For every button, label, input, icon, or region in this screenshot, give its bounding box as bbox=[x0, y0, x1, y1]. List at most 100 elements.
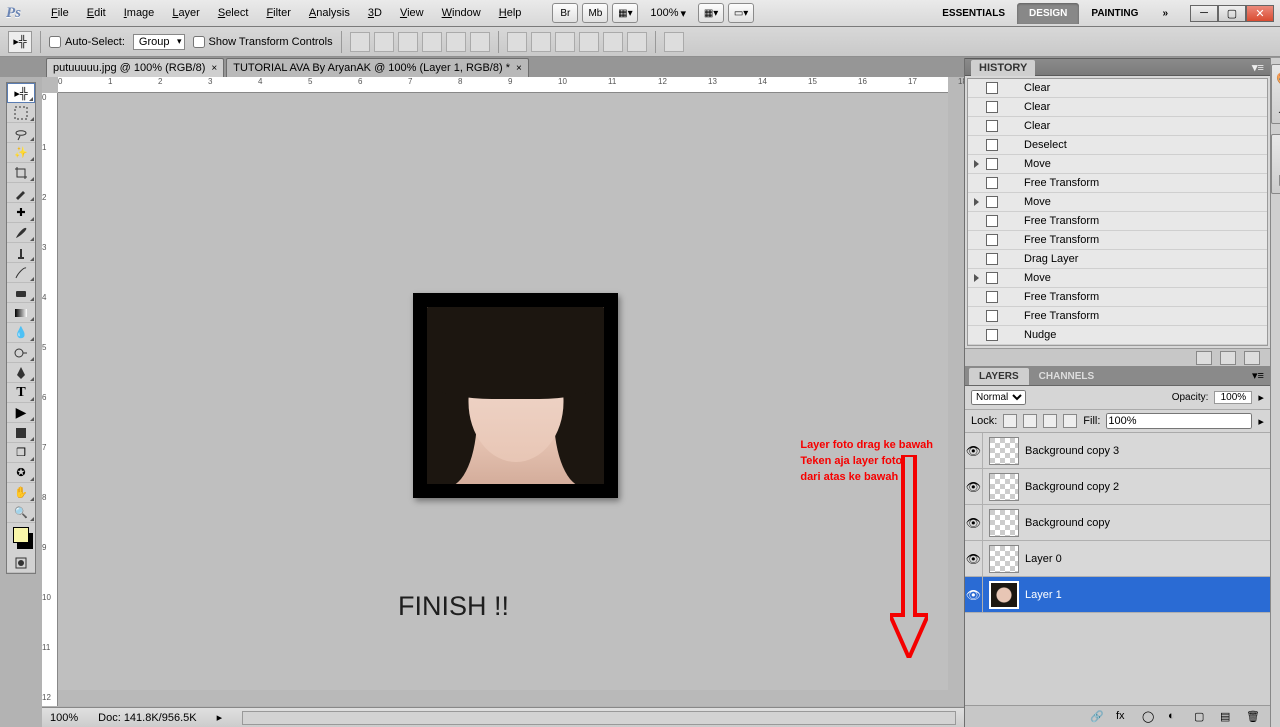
type-tool-icon[interactable]: T bbox=[7, 383, 35, 403]
eraser-tool-icon[interactable] bbox=[7, 283, 35, 303]
status-doc-size[interactable]: Doc: 141.8K/956.5K bbox=[98, 712, 196, 724]
menu-analysis[interactable]: Analysis bbox=[300, 0, 359, 27]
eyedropper-tool-icon[interactable] bbox=[7, 183, 35, 203]
masks-icon[interactable]: ▣ bbox=[1275, 170, 1280, 188]
status-flyout-icon[interactable]: ▸ bbox=[217, 711, 223, 724]
history-item[interactable]: Clear bbox=[968, 117, 1267, 136]
history-list[interactable]: ClearClearClearDeselectMoveFree Transfor… bbox=[967, 78, 1268, 346]
active-tool-icon[interactable]: ▸╬ bbox=[8, 31, 32, 53]
opacity-flyout-icon[interactable]: ▸ bbox=[1258, 391, 1264, 404]
visibility-icon[interactable]: 👁 bbox=[965, 505, 983, 541]
auto-align-button[interactable] bbox=[664, 32, 684, 52]
menu-layer[interactable]: Layer bbox=[163, 0, 209, 27]
history-panel-header[interactable]: HISTORY▾≡ bbox=[965, 58, 1270, 76]
layer-name[interactable]: Background copy 2 bbox=[1025, 481, 1119, 493]
heal-tool-icon[interactable]: ✚ bbox=[7, 203, 35, 223]
new-layer-icon[interactable]: ▤ bbox=[1220, 710, 1236, 724]
menu-image[interactable]: Image bbox=[115, 0, 164, 27]
menu-edit[interactable]: Edit bbox=[78, 0, 115, 27]
auto-select-checkbox[interactable]: Auto-Select: bbox=[49, 36, 125, 48]
lasso-tool-icon[interactable] bbox=[7, 123, 35, 143]
history-item[interactable]: Free Transform bbox=[968, 288, 1267, 307]
history-item[interactable]: Free Transform bbox=[968, 231, 1267, 250]
layer-row[interactable]: 👁Layer 1 bbox=[965, 577, 1270, 613]
layer-list[interactable]: 👁Background copy 3👁Background copy 2👁Bac… bbox=[965, 433, 1270, 705]
window-restore-icon[interactable]: ▢ bbox=[1218, 5, 1246, 22]
document-canvas[interactable]: FINISH !! Layer foto drag ke bawahTeken … bbox=[58, 93, 948, 690]
history-item[interactable]: Move bbox=[968, 269, 1267, 288]
history-item[interactable]: Clear bbox=[968, 98, 1267, 117]
snapshot-icon[interactable] bbox=[1196, 351, 1212, 365]
bridge-icon[interactable]: Br bbox=[552, 3, 578, 23]
gradient-tool-icon[interactable] bbox=[7, 303, 35, 323]
layer-row[interactable]: 👁 Background copy 3 bbox=[965, 433, 1270, 469]
color-icon[interactable]: 🎨 bbox=[1275, 70, 1280, 88]
align-buttons[interactable] bbox=[350, 32, 490, 52]
auto-select-target[interactable]: Group bbox=[133, 34, 185, 50]
path-select-icon[interactable]: ▶ bbox=[7, 403, 35, 423]
fill-input[interactable] bbox=[1106, 413, 1252, 429]
screen-mode2-icon[interactable]: ▭▾ bbox=[728, 3, 754, 23]
window-close-icon[interactable]: ✕ bbox=[1246, 5, 1274, 22]
layer-thumbnail[interactable] bbox=[989, 581, 1019, 609]
visibility-icon[interactable]: 👁 bbox=[965, 433, 983, 469]
layer-thumbnail[interactable] bbox=[989, 473, 1019, 501]
adjustment-icon[interactable]: ◐ bbox=[1168, 710, 1184, 724]
mask-icon[interactable]: ◯ bbox=[1142, 710, 1158, 724]
minibridge-icon[interactable]: Mb bbox=[582, 3, 608, 23]
3d-camera-icon[interactable]: ✪ bbox=[7, 463, 35, 483]
adjustments-icon[interactable]: ◐ bbox=[1275, 140, 1280, 158]
lock-all-icon[interactable] bbox=[1063, 414, 1077, 428]
fx-icon[interactable]: fx bbox=[1116, 710, 1132, 724]
lock-image-icon[interactable] bbox=[1023, 414, 1037, 428]
history-item[interactable]: Nudge bbox=[968, 326, 1267, 345]
foreground-color[interactable] bbox=[13, 527, 29, 543]
history-item[interactable]: Drag Layer bbox=[968, 250, 1267, 269]
menu-file[interactable]: File bbox=[42, 0, 78, 27]
status-zoom[interactable]: 100% bbox=[50, 712, 78, 724]
move-tool-icon[interactable]: ▸╬ bbox=[7, 83, 35, 103]
blend-mode-select[interactable]: Normal bbox=[971, 390, 1026, 405]
arrange-docs-icon[interactable]: ▦▾ bbox=[698, 3, 724, 23]
layer-thumbnail[interactable] bbox=[989, 437, 1019, 465]
doc-tab-1[interactable]: putuuuuu.jpg @ 100% (RGB/8)× bbox=[46, 58, 224, 77]
horizontal-scrollbar[interactable] bbox=[242, 711, 956, 725]
menu-help[interactable]: Help bbox=[490, 0, 531, 27]
zoom-tool-icon[interactable]: 🔍 bbox=[7, 503, 35, 523]
lock-position-icon[interactable] bbox=[1043, 414, 1057, 428]
history-item[interactable]: Move bbox=[968, 193, 1267, 212]
zoom-dropdown-icon[interactable]: ▾ bbox=[681, 7, 687, 20]
blur-tool-icon[interactable]: 💧 bbox=[7, 323, 35, 343]
opacity-input[interactable] bbox=[1214, 391, 1252, 404]
history-item[interactable]: Deselect bbox=[968, 136, 1267, 155]
dodge-tool-icon[interactable] bbox=[7, 343, 35, 363]
history-item[interactable]: Layer Order bbox=[968, 345, 1267, 346]
menu-select[interactable]: Select bbox=[209, 0, 258, 27]
workspace-design[interactable]: DESIGN bbox=[1017, 3, 1079, 24]
layer-name[interactable]: Background copy bbox=[1025, 517, 1110, 529]
channels-tab[interactable]: CHANNELS bbox=[1029, 368, 1105, 385]
distribute-buttons[interactable] bbox=[507, 32, 647, 52]
doc-tab-2[interactable]: TUTORIAL AVA By AryanAK @ 100% (Layer 1,… bbox=[226, 58, 529, 77]
close-icon[interactable]: × bbox=[211, 63, 217, 74]
screen-mode-icon[interactable]: ▦▾ bbox=[612, 3, 638, 23]
quickmask-icon[interactable] bbox=[7, 553, 35, 573]
trash-icon[interactable] bbox=[1244, 351, 1260, 365]
3d-tool-icon[interactable]: ❒ bbox=[7, 443, 35, 463]
layer-thumbnail[interactable] bbox=[989, 509, 1019, 537]
crop-tool-icon[interactable] bbox=[7, 163, 35, 183]
layer-row[interactable]: 👁 Background copy bbox=[965, 505, 1270, 541]
new-state-icon[interactable] bbox=[1220, 351, 1236, 365]
fill-flyout-icon[interactable]: ▸ bbox=[1258, 415, 1264, 428]
history-item[interactable]: Move bbox=[968, 155, 1267, 174]
show-transform-checkbox[interactable]: Show Transform Controls bbox=[193, 36, 333, 48]
layer-row[interactable]: 👁Background copy 2 bbox=[965, 469, 1270, 505]
close-icon[interactable]: × bbox=[516, 63, 522, 74]
character-icon[interactable]: A| bbox=[1275, 100, 1280, 118]
layer-name[interactable]: Background copy 3 bbox=[1025, 445, 1119, 457]
lock-transparency-icon[interactable] bbox=[1003, 414, 1017, 428]
ruler-horizontal[interactable]: 0123456789101112131415161718 bbox=[58, 77, 948, 93]
panel-menu-icon[interactable]: ▾≡ bbox=[1252, 61, 1264, 74]
history-brush-icon[interactable] bbox=[7, 263, 35, 283]
shape-tool-icon[interactable] bbox=[7, 423, 35, 443]
